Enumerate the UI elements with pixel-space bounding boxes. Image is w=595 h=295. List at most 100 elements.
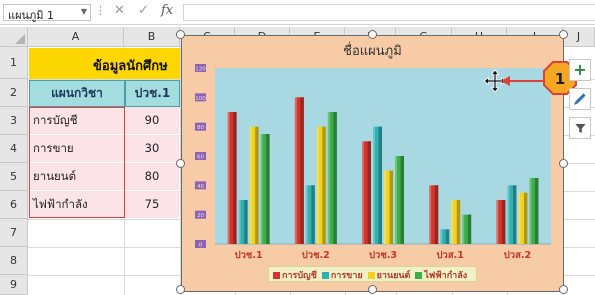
chart-bar-shade: [400, 156, 404, 244]
insert-function-icon[interactable]: fx: [161, 3, 173, 18]
legend-label: การขาย: [330, 271, 363, 281]
chart-legend[interactable]: การบัญชี การขาย ยานยนต์ ไฟฟ้ากำลัง: [268, 266, 478, 282]
chart-styles-button[interactable]: [569, 88, 591, 110]
column-header-a[interactable]: A: [28, 27, 124, 47]
chart-bar-highlight: [529, 178, 532, 244]
legend-item[interactable]: ไฟฟ้ากำลัง: [415, 268, 467, 282]
resize-handle[interactable]: [367, 30, 377, 39]
chart-bar-highlight: [305, 185, 308, 244]
chart-bar-highlight: [518, 192, 521, 244]
chart-bar-shade: [434, 185, 439, 244]
chart-bar-highlight: [373, 126, 375, 244]
row-header-6[interactable]: 6: [0, 191, 28, 219]
selection-range-border: [29, 107, 125, 218]
chart-bar-highlight: [316, 126, 319, 244]
name-box-value: แผนภูมิ 1: [8, 9, 55, 22]
chart-bar-shade: [333, 112, 337, 244]
header-dept-cell[interactable]: แผนกวิชา: [29, 80, 125, 107]
legend-swatch: [273, 272, 280, 279]
formula-bar: แผนภูมิ 1 ▼ ⋮ ✕ ✓ fx: [0, 0, 595, 25]
filter-icon: [574, 123, 586, 134]
resize-handle[interactable]: [559, 158, 568, 168]
value-cell[interactable]: 80: [125, 163, 179, 190]
chart-bar-shade: [244, 200, 248, 244]
resize-handle[interactable]: [367, 285, 377, 294]
vertical-dots-icon: ⋮: [95, 4, 106, 17]
resize-handle[interactable]: [559, 285, 568, 294]
header-colb-cell[interactable]: ปวช.1: [125, 80, 180, 107]
chart-bar-shade: [233, 112, 237, 244]
chart-bar-highlight: [384, 170, 386, 244]
x-tick-label: ปวส.1: [437, 249, 464, 261]
sheet-title: ข้อมูลนักศึกษ: [93, 59, 168, 74]
legend-label: ไฟฟ้ากำลัง: [424, 271, 468, 281]
x-tick-label: ปวช.3: [369, 249, 397, 261]
legend-item[interactable]: ยานยนต์: [367, 268, 411, 282]
chart-bar-shade: [311, 185, 315, 244]
chevron-down-icon[interactable]: ▼: [81, 7, 87, 16]
row-header-2[interactable]: 2: [0, 79, 28, 107]
chart-bar-shade: [501, 200, 506, 244]
chart-bar-shade: [512, 185, 517, 244]
value-cell[interactable]: 75: [125, 191, 179, 218]
cancel-icon[interactable]: ✕: [114, 3, 125, 18]
chart-bar-highlight: [507, 185, 510, 244]
brush-icon: [574, 93, 586, 105]
chart-filters-button[interactable]: [569, 117, 591, 139]
chart-bar-highlight: [429, 185, 432, 244]
y-tick-label: 80: [197, 125, 204, 131]
resize-handle[interactable]: [176, 158, 185, 168]
row-header-4[interactable]: 4: [0, 135, 28, 163]
chart-bar-shade: [255, 126, 259, 244]
legend-label: การบัญชี: [282, 271, 317, 281]
chart-bar-highlight: [451, 200, 454, 244]
chart-bar-shade: [378, 126, 382, 244]
chart-bar-highlight: [294, 97, 297, 244]
y-tick-label: 0: [199, 243, 203, 249]
enter-icon[interactable]: ✓: [138, 3, 149, 18]
resize-handle[interactable]: [176, 285, 185, 294]
callout-number: 1: [555, 70, 565, 88]
select-all-corner[interactable]: [0, 27, 28, 47]
chart-bar-highlight: [227, 112, 230, 244]
y-tick-label: 100: [195, 96, 206, 102]
row-header-9[interactable]: 9: [0, 275, 28, 295]
row-header-3[interactable]: 3: [0, 107, 28, 135]
y-tick-label: 60: [197, 155, 204, 161]
x-tick-label: ปวส.2: [504, 249, 531, 261]
legend-item[interactable]: การบัญชี: [273, 268, 317, 282]
row-header-7[interactable]: 7: [0, 219, 28, 247]
name-box[interactable]: แผนภูมิ 1 ▼: [3, 4, 91, 22]
x-tick-label: ปวช.1: [235, 249, 263, 261]
column-header-b[interactable]: B: [124, 27, 180, 47]
chart-bar-shade: [445, 229, 450, 244]
value-cell[interactable]: 30: [125, 135, 179, 162]
chart-bar-highlight: [496, 200, 499, 244]
y-tick-label: 20: [197, 213, 204, 219]
legend-swatch: [321, 272, 329, 279]
chart-bar-highlight: [440, 229, 443, 244]
chart-bar-shade: [389, 170, 393, 244]
chart-bar-shade: [523, 192, 528, 244]
resize-handle[interactable]: [559, 30, 568, 39]
resize-handle[interactable]: [176, 30, 185, 39]
chart-elements-button[interactable]: +: [569, 59, 591, 81]
y-tick-label: 120: [195, 67, 206, 73]
legend-item[interactable]: การขาย: [321, 268, 363, 282]
x-tick-label: ปวช.2: [302, 249, 330, 261]
chart-bar-shade: [456, 200, 461, 244]
row-header-8[interactable]: 8: [0, 247, 28, 275]
legend-label: ยานยนต์: [376, 271, 411, 281]
row-header-5[interactable]: 5: [0, 163, 28, 191]
chart-bar-highlight: [395, 156, 397, 244]
plus-icon: +: [573, 60, 587, 79]
row-header-1[interactable]: 1: [0, 47, 28, 79]
column-header-j[interactable]: J: [563, 27, 595, 47]
value-cell[interactable]: 90: [125, 107, 179, 134]
chart-bar-highlight: [260, 134, 263, 244]
legend-swatch: [415, 272, 423, 279]
sheet-title-cell[interactable]: ข้อมูลนักศึกษ: [29, 48, 180, 79]
chart-bar-highlight: [462, 214, 465, 244]
chart-bar-shade: [300, 97, 304, 244]
formula-input[interactable]: [183, 4, 595, 21]
